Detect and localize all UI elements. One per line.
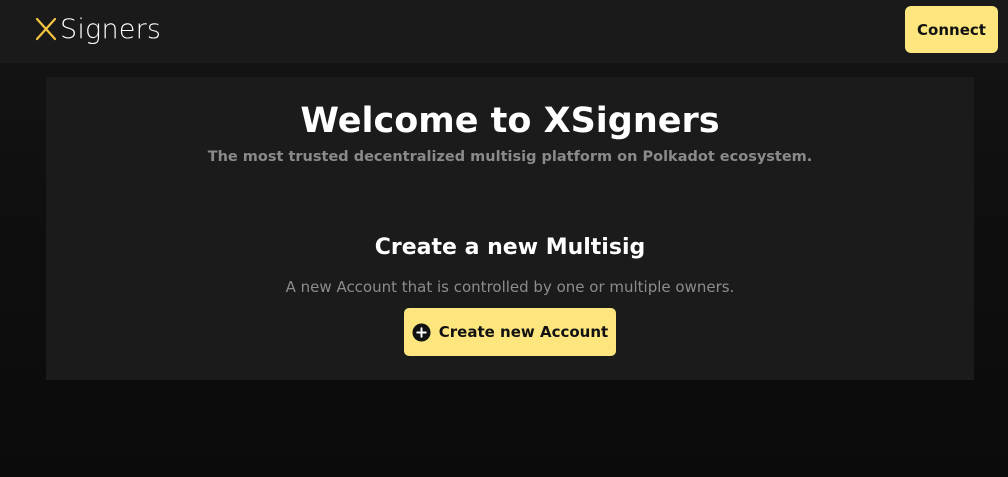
page-subtitle: The most trusted decentralized multisig … — [207, 149, 813, 165]
create-multisig-description: A new Account that is controlled by one … — [285, 278, 735, 296]
connect-button[interactable]: Connect — [905, 6, 998, 53]
header: Signers Connect — [0, 0, 1008, 63]
x-logo-icon — [35, 17, 57, 41]
plus-circle-icon — [412, 322, 431, 342]
create-new-account-button[interactable]: Create new Account — [404, 308, 616, 356]
logo-text: Signers — [60, 13, 162, 45]
page: Signers Connect Welcome to XSigners The … — [0, 0, 1008, 477]
logo[interactable]: Signers — [34, 12, 161, 46]
welcome-card: Welcome to XSigners The most trusted dec… — [46, 77, 974, 380]
page-title: Welcome to XSigners — [300, 101, 720, 141]
create-multisig-heading: Create a new Multisig — [374, 235, 646, 260]
create-new-account-label: Create new Account — [438, 323, 609, 341]
